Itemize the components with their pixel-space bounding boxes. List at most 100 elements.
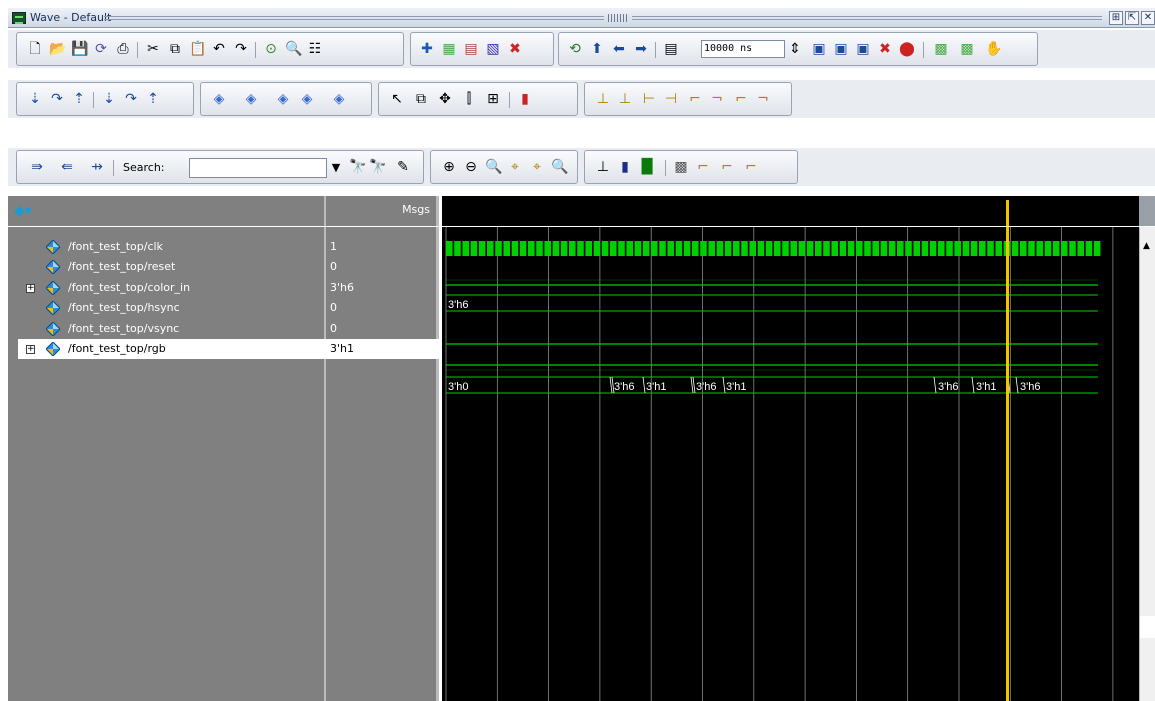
hand-icon[interactable]: ✋	[985, 41, 1002, 57]
delete-wave-icon[interactable]: ✖	[507, 41, 523, 57]
step-out-icon[interactable]: ⇡	[71, 91, 87, 107]
new-file-icon[interactable]: 🗋	[27, 41, 43, 57]
dataflow-icon-2[interactable]: ◈	[243, 91, 259, 107]
search-forward-icon[interactable]: 🔭	[349, 159, 366, 175]
cursor-bar-icon[interactable]: ▮	[617, 159, 633, 175]
zoom-mode-icon[interactable]: ⧉	[413, 91, 429, 107]
cursor-marker-header[interactable]	[1006, 200, 1009, 226]
continue-icon[interactable]: ▣	[833, 41, 849, 57]
falling-edge-marker-icon[interactable]: ⌐	[719, 159, 735, 175]
dock-button[interactable]: ⊞	[1109, 11, 1123, 25]
undo-icon[interactable]: ↶	[211, 41, 227, 57]
scroll-up-icon[interactable]: ▲	[1143, 241, 1150, 251]
stop-icon[interactable]: ⬤	[899, 41, 915, 57]
wave-compare-icon[interactable]: ▦	[441, 41, 457, 57]
waveform-pane[interactable]: 3'h6 3'h0 3'h6 3'h1 3'h6 3'h1 3'h6 3'h1 3'h6	[442, 227, 1139, 701]
format-icon[interactable]: ☷	[307, 41, 323, 57]
cursor-line-icon[interactable]: ⊥	[595, 159, 611, 175]
open-folder-icon[interactable]: 📂	[49, 41, 66, 57]
zoom-full-icon[interactable]: 🔍	[485, 159, 502, 175]
rising-edge-marker-icon[interactable]: ⌐	[695, 159, 711, 175]
step-c-icon[interactable]: ⇣	[101, 91, 117, 107]
expand-icon[interactable]: +	[26, 345, 35, 354]
step-back-icon[interactable]: ⬅	[611, 41, 627, 57]
step-forward-icon[interactable]: ➡	[633, 41, 649, 57]
insert-breakpoint-icon[interactable]: ⇚	[59, 159, 75, 175]
cut-icon[interactable]: ✂	[145, 41, 161, 57]
wave-group-icon[interactable]: ▧	[485, 41, 501, 57]
stretch-mode-icon[interactable]: ⊞	[485, 91, 501, 107]
expand-icon[interactable]: +	[26, 283, 35, 293]
run-all-icon[interactable]: ▣	[855, 41, 871, 57]
run-icon[interactable]: ▣	[811, 41, 827, 57]
dataflow-icon-4[interactable]: ◈	[299, 91, 315, 107]
break-sim-icon[interactable]: ✖	[877, 41, 893, 57]
zoom-cursor-icon[interactable]: ⌖	[507, 159, 523, 175]
zoom-last-icon[interactable]: 🔍	[551, 159, 568, 175]
zoom-in-icon[interactable]: ⊕	[441, 159, 457, 175]
wave-bookmark-icon[interactable]: ▤	[463, 41, 479, 57]
signal-menu-icon[interactable]: ◆▾	[14, 203, 34, 219]
run-length-icon[interactable]: ▤	[663, 41, 679, 57]
step-over-c-icon[interactable]: ↷	[123, 91, 139, 107]
copy-icon[interactable]: ⧉	[167, 41, 183, 57]
reload-icon[interactable]: ⟳	[93, 41, 109, 57]
dataflow-icon-5[interactable]: ◈	[331, 91, 347, 107]
signal-row[interactable]: /font_test_top/hsync 0	[8, 298, 439, 318]
dataflow-icon-1[interactable]: ◈	[211, 91, 227, 107]
select-mode-icon[interactable]: ↖	[389, 91, 405, 107]
vertical-scrollbar[interactable]: ▲	[1139, 227, 1155, 701]
print-icon[interactable]: ⎙	[115, 41, 131, 57]
separator	[137, 42, 138, 58]
search-options-icon[interactable]: ✎	[395, 159, 411, 175]
insert-cursor-icon[interactable]: ⇸	[89, 159, 105, 175]
search-backward-icon[interactable]: 🔭	[369, 159, 386, 175]
insert-divider-icon[interactable]: ⇛	[29, 159, 45, 175]
close-button[interactable]: ✕	[1141, 11, 1155, 25]
next-rising-icon[interactable]: ¬	[755, 91, 771, 107]
scroll-thumb[interactable]	[1140, 616, 1155, 638]
step-out-c-icon[interactable]: ⇡	[145, 91, 161, 107]
signal-row[interactable]: /font_test_top/reset 0	[8, 257, 439, 277]
step-up-icon[interactable]: ⬆	[589, 41, 605, 57]
step-into-icon[interactable]: ▩	[933, 41, 949, 57]
prev-transition-icon[interactable]: ⊢	[641, 91, 657, 107]
restart-icon[interactable]: ⟲	[567, 41, 583, 57]
fill-wave-icon[interactable]: █	[639, 159, 655, 175]
add-wave-icon[interactable]: ✚	[419, 41, 435, 57]
find-icon[interactable]: 🔍	[285, 41, 302, 57]
search-input[interactable]	[189, 158, 327, 178]
save-icon[interactable]: 💾	[71, 41, 88, 57]
redo-icon[interactable]: ↷	[233, 41, 249, 57]
grid-icon[interactable]: ▩	[673, 159, 689, 175]
time-spinner-icon[interactable]: ⇕	[787, 41, 803, 57]
edit-mode-icon[interactable]: ⫿	[461, 91, 477, 107]
any-edge-marker-icon[interactable]: ⌐	[743, 159, 759, 175]
prev-edge-icon[interactable]: ⊥	[595, 91, 611, 107]
step-icon[interactable]: ⇣	[27, 91, 43, 107]
signal-row[interactable]: + /font_test_top/color_in 3'h6	[8, 278, 439, 298]
dataflow-icon-3[interactable]: ◈	[275, 91, 291, 107]
pan-mode-icon[interactable]: ✥	[437, 91, 453, 107]
run-time-input[interactable]: 10000 ns	[701, 40, 785, 58]
next-transition-icon[interactable]: ⊣	[663, 91, 679, 107]
drag-handle-icon[interactable]	[608, 14, 628, 22]
rising-edge-icon[interactable]: ¬	[709, 91, 725, 107]
signal-row[interactable]: /font_test_top/clk 1	[8, 237, 439, 257]
undock-button[interactable]: ⇱	[1125, 11, 1139, 25]
step-over-icon-2[interactable]: ↷	[49, 91, 65, 107]
trace-icon[interactable]: ▮	[517, 91, 533, 107]
prev-falling-icon[interactable]: ⌐	[733, 91, 749, 107]
search-dropdown-icon[interactable]: ▼	[329, 158, 343, 178]
zoom-out-icon[interactable]: ⊖	[463, 159, 479, 175]
break-icon[interactable]: ⊙	[263, 41, 279, 57]
step-over-icon[interactable]: ▩	[959, 41, 975, 57]
next-edge-icon[interactable]: ⊥	[617, 91, 633, 107]
signal-row[interactable]: /font_test_top/vsync 0	[8, 319, 439, 339]
signal-row[interactable]: + /font_test_top/rgb 3'h1	[18, 339, 439, 359]
paste-icon[interactable]: 📋	[189, 41, 206, 57]
waveform-canvas[interactable]: 3'h6 3'h0 3'h6 3'h1 3'h6 3'h1 3'h6 3'h1 3'h6	[442, 227, 1139, 701]
signal-name: /font_test_top/color_in	[68, 280, 191, 294]
zoom-range-icon[interactable]: ⌖	[529, 159, 545, 175]
falling-edge-icon[interactable]: ⌐	[687, 91, 703, 107]
